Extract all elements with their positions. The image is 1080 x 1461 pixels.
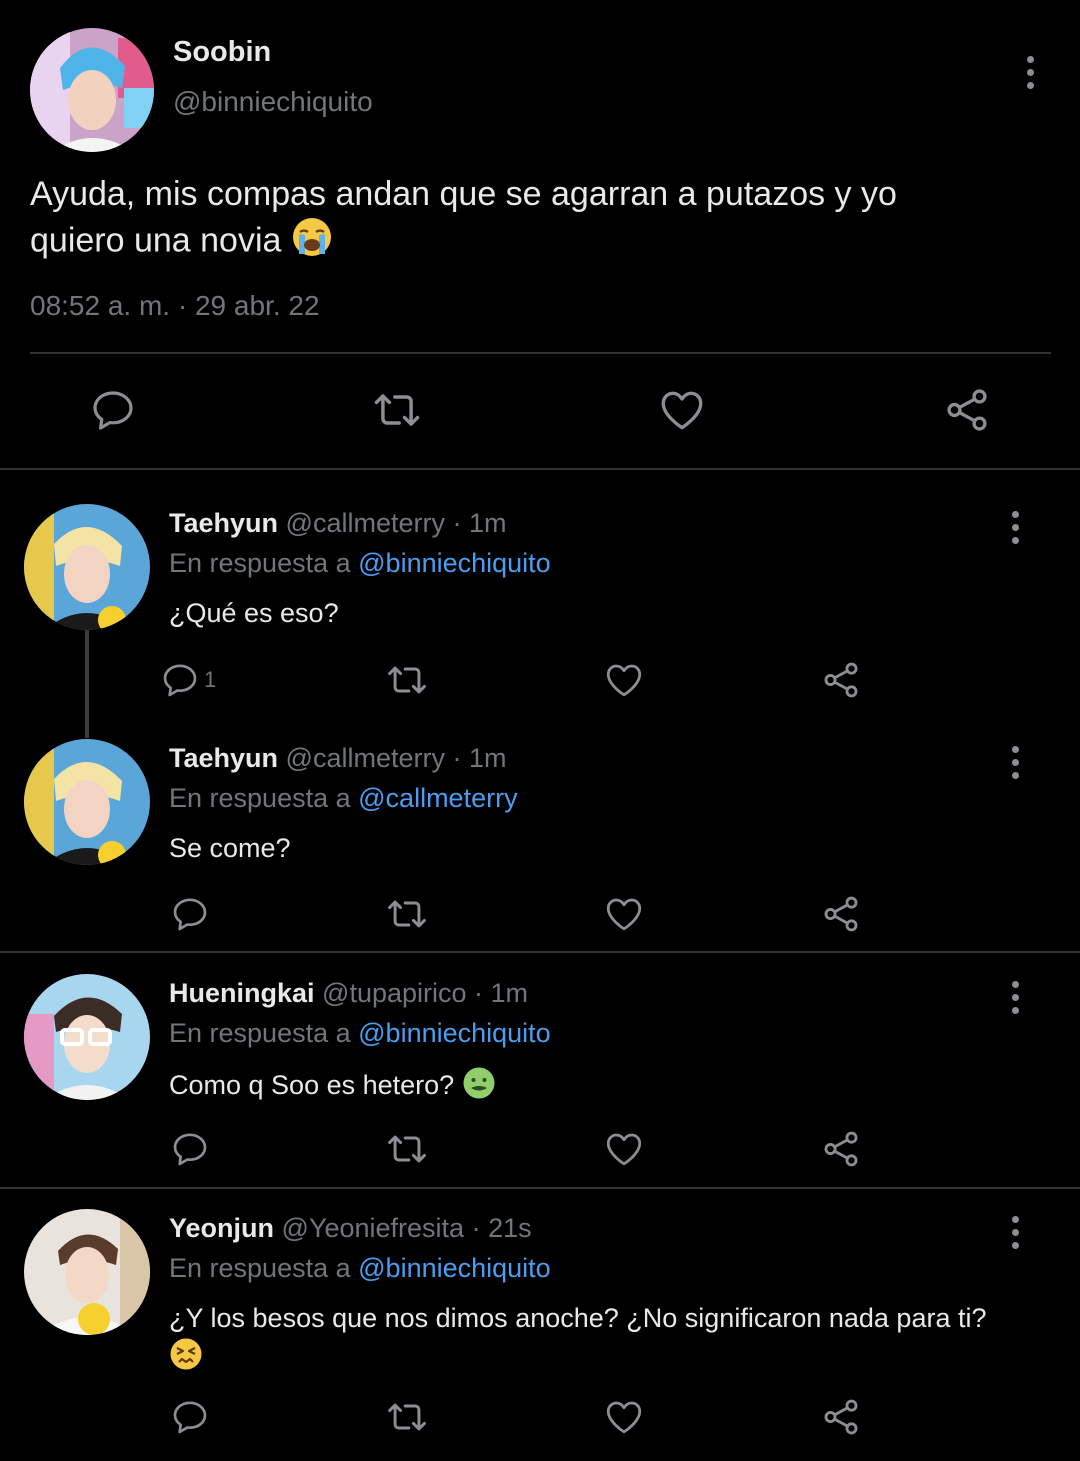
share-icon[interactable] xyxy=(811,1387,871,1447)
avatar[interactable] xyxy=(24,974,150,1100)
reply-header: Yeonjun @Yeoniefresita · 21s xyxy=(169,1213,532,1244)
like-icon[interactable] xyxy=(652,380,712,440)
reply-text: ¿Qué es eso? xyxy=(169,598,339,628)
more-options-icon[interactable] xyxy=(1008,511,1022,544)
reply-prefix: En respuesta a xyxy=(169,1253,351,1283)
more-options-icon[interactable] xyxy=(1008,981,1022,1014)
author-name[interactable]: Hueningkai xyxy=(169,978,315,1008)
reply-text: ¿Y los besos que nos dimos anoche? ¿No s… xyxy=(169,1303,987,1333)
share-icon[interactable] xyxy=(811,1119,871,1179)
more-options-icon[interactable] xyxy=(1008,1216,1022,1249)
reply-context: En respuesta a @binniechiquito xyxy=(169,548,551,579)
author-handle[interactable]: @Yeoniefresita xyxy=(282,1213,465,1243)
reply-text: Como q Soo es hetero? xyxy=(169,1070,455,1101)
nauseated-face-emoji-icon xyxy=(462,1066,496,1108)
like-icon[interactable] xyxy=(594,1119,654,1179)
share-icon[interactable] xyxy=(937,380,997,440)
reply-text-row: Como q Soo es hetero? xyxy=(169,1066,1049,1108)
tweet-text: Ayuda, mis compas andan que se agarran a… xyxy=(30,172,1030,269)
thread-connector xyxy=(85,630,89,738)
reply-context: En respuesta a @binniechiquito xyxy=(169,1253,551,1284)
author-handle[interactable]: @binniechiquito xyxy=(173,86,373,118)
reply-count: 1 xyxy=(204,667,217,692)
author-name[interactable]: Taehyun xyxy=(169,743,278,773)
reply-icon[interactable] xyxy=(160,1119,220,1179)
reply-age: · 21s xyxy=(471,1213,532,1243)
reply-text: Se come? xyxy=(169,833,291,863)
author-name[interactable]: Yeonjun xyxy=(169,1213,274,1243)
reply-button[interactable]: 1 xyxy=(160,650,240,710)
retweet-icon[interactable] xyxy=(367,380,427,440)
mention-link[interactable]: @binniechiquito xyxy=(358,1253,551,1283)
avatar[interactable] xyxy=(24,1209,150,1335)
divider xyxy=(0,951,1080,953)
mention-link[interactable]: @binniechiquito xyxy=(358,548,551,578)
retweet-icon[interactable] xyxy=(377,650,437,710)
author-handle[interactable]: @callmeterry xyxy=(286,743,445,773)
tweet-text-line1: Ayuda, mis compas andan que se agarran a… xyxy=(30,175,897,213)
retweet-icon[interactable] xyxy=(377,1387,437,1447)
reply-context: En respuesta a @callmeterry xyxy=(169,783,518,814)
reply-age: · 1m xyxy=(452,743,507,773)
reply-age: · 1m xyxy=(452,508,507,538)
tweet-text-line2: quiero una novia xyxy=(30,221,282,260)
retweet-icon[interactable] xyxy=(377,884,437,944)
reply-icon[interactable] xyxy=(160,884,220,944)
reply-prefix: En respuesta a xyxy=(169,783,351,813)
share-icon[interactable] xyxy=(811,650,871,710)
reply-icon[interactable] xyxy=(83,380,143,440)
like-icon[interactable] xyxy=(594,650,654,710)
divider xyxy=(0,468,1080,470)
reply-prefix: En respuesta a xyxy=(169,548,351,578)
reply-header: Taehyun @callmeterry · 1m xyxy=(169,508,506,539)
avatar[interactable] xyxy=(24,739,150,865)
share-icon[interactable] xyxy=(811,884,871,944)
reply-age: · 1m xyxy=(474,978,529,1008)
tweet-timestamp: 08:52 a. m. · 29 abr. 22 xyxy=(30,290,320,321)
persevering-face-emoji-icon xyxy=(169,1337,203,1379)
reply-icon[interactable] xyxy=(160,1387,220,1447)
author-name[interactable]: Taehyun xyxy=(169,508,278,538)
author-name[interactable]: Soobin xyxy=(173,36,271,69)
like-icon[interactable] xyxy=(594,1387,654,1447)
reply-header: Taehyun @callmeterry · 1m xyxy=(169,743,506,774)
avatar[interactable] xyxy=(24,504,150,630)
divider xyxy=(0,1187,1080,1189)
retweet-icon[interactable] xyxy=(377,1119,437,1179)
reply-context: En respuesta a @binniechiquito xyxy=(169,1018,551,1049)
reply-text-block: ¿Y los besos que nos dimos anoche? ¿No s… xyxy=(169,1301,1049,1379)
mention-link[interactable]: @binniechiquito xyxy=(358,1018,551,1048)
reply-prefix: En respuesta a xyxy=(169,1018,351,1048)
reply-header: Hueningkai @tupapirico · 1m xyxy=(169,978,528,1009)
divider xyxy=(30,352,1051,354)
author-handle[interactable]: @tupapirico xyxy=(322,978,466,1008)
author-handle[interactable]: @callmeterry xyxy=(286,508,445,538)
more-options-icon[interactable] xyxy=(1008,746,1022,779)
like-icon[interactable] xyxy=(594,884,654,944)
avatar[interactable] xyxy=(30,28,154,152)
loudly-crying-face-emoji-icon xyxy=(291,216,333,269)
mention-link[interactable]: @callmeterry xyxy=(358,783,517,813)
reply-icon xyxy=(160,660,200,700)
more-options-icon[interactable] xyxy=(1023,56,1037,89)
